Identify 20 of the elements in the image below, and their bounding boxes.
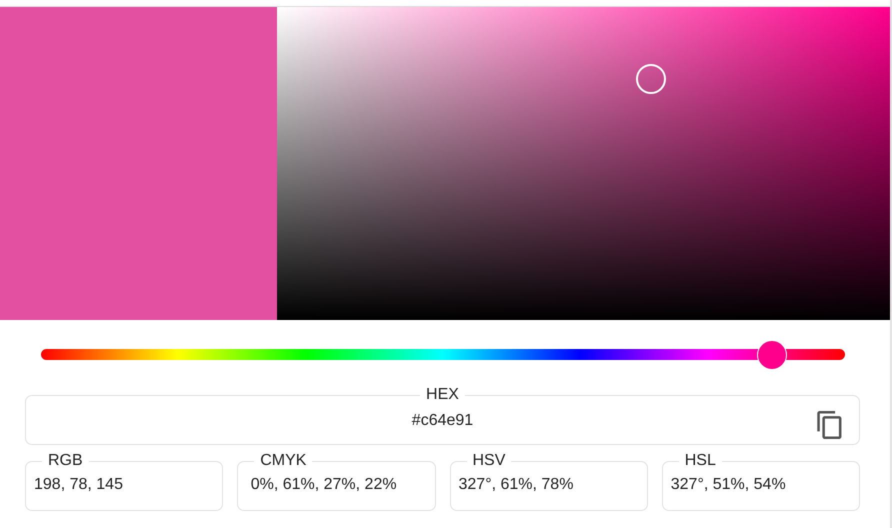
hex-field[interactable]: HEX #c64e91 <box>25 387 860 445</box>
color-format-field[interactable]: HSL 327°, 51%, 54% <box>662 453 860 511</box>
copy-icon[interactable] <box>817 411 843 439</box>
saturation-brightness-area[interactable] <box>277 7 890 320</box>
color-format-field[interactable]: RGB 198, 78, 145 <box>25 453 224 511</box>
field-value: 198, 78, 145 <box>34 475 123 495</box>
picker-handle[interactable] <box>636 64 666 94</box>
field-value: #c64e91 <box>412 411 474 431</box>
hue-slider-thumb[interactable] <box>757 340 788 370</box>
field-label: HSV <box>472 453 506 469</box>
field-value: 327°, 51%, 54% <box>670 475 786 495</box>
field-label: CMYK <box>259 453 308 469</box>
field-label: HSL <box>684 453 717 469</box>
field-value: 327°, 61%, 78% <box>458 475 574 495</box>
color-format-field[interactable]: HSV 327°, 61%, 78% <box>450 453 648 511</box>
field-value: 0%, 61%, 27%, 22% <box>250 475 397 495</box>
field-label: HEX <box>425 387 460 403</box>
color-format-field[interactable]: CMYK 0%, 61%, 27%, 22% <box>237 453 436 511</box>
field-label: RGB <box>47 453 84 469</box>
hue-slider[interactable] <box>41 339 845 369</box>
